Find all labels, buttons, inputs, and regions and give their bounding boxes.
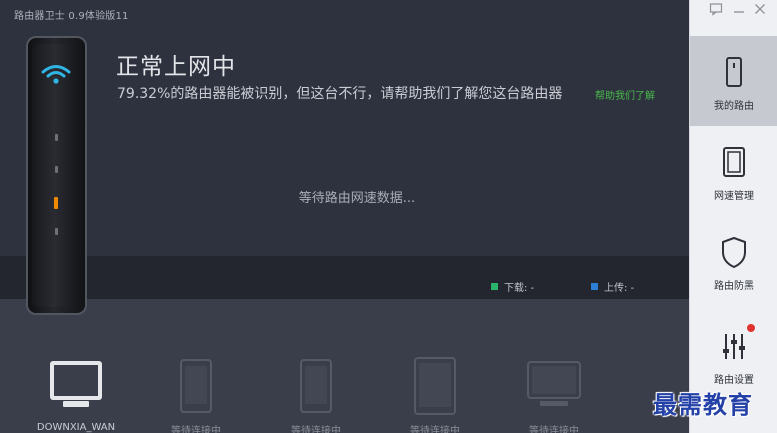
- laptop-icon: [527, 361, 581, 406]
- device-label: DOWNXIA_WAN: [36, 422, 116, 433]
- device-label: 等待连接中: [529, 426, 579, 433]
- device-item[interactable]: DOWNXIA_WAN: [36, 356, 116, 433]
- feedback-icon[interactable]: [709, 2, 723, 16]
- phone-outline-icon: [726, 57, 742, 87]
- router-illustration: [26, 36, 87, 315]
- device-item[interactable]: 等待连接中: [276, 356, 356, 433]
- upload-label: 上传: -: [604, 283, 635, 294]
- download-label: 下载: -: [504, 283, 535, 294]
- help-us-link[interactable]: 帮助我们了解: [595, 87, 655, 102]
- upload-legend: 上传: -: [591, 279, 634, 294]
- minimize-icon[interactable]: [732, 2, 746, 16]
- status-description: 79.32%的路由器能被识别，但这台不行，请帮助我们了解您这台路由器: [117, 86, 563, 102]
- sliders-icon: [723, 334, 745, 359]
- sidebar-item-label: 我的路由: [714, 101, 754, 112]
- device-item[interactable]: 等待连接中: [395, 356, 475, 433]
- sidebar-item-label: 路由设置: [714, 375, 754, 386]
- close-icon[interactable]: [753, 2, 767, 16]
- device-label: 等待连接中: [291, 426, 341, 433]
- phone-icon: [300, 359, 332, 413]
- download-legend: 下载: -: [491, 279, 534, 294]
- status-title: 正常上网中: [116, 54, 236, 80]
- sidebar: 我的路由 网速管理 路由防黑 路由设置: [689, 0, 777, 433]
- device-label: 等待连接中: [171, 426, 221, 433]
- sidebar-item-security[interactable]: 路由防黑: [690, 216, 777, 306]
- tablet-icon: [414, 357, 456, 415]
- sidebar-item-my-router[interactable]: 我的路由: [690, 36, 777, 126]
- wifi-icon: [41, 65, 71, 84]
- phone-icon: [180, 359, 212, 413]
- router-led: [55, 166, 58, 173]
- window-controls: [690, 0, 777, 20]
- main-panel: 路由器卫士 0.9体验版11 正常上网中 79.32%的路由器能被识别，但这台不…: [0, 0, 689, 433]
- watermark-logo: 最需教育: [653, 390, 753, 419]
- sidebar-item-speed[interactable]: 网速管理: [690, 126, 777, 216]
- router-led: [55, 134, 58, 141]
- tablet-outline-icon: [723, 147, 745, 177]
- sidebar-item-label: 网速管理: [714, 191, 754, 202]
- shield-icon: [722, 236, 746, 269]
- speed-band: [0, 256, 689, 299]
- waiting-text: 等待路由网速数据...: [298, 191, 416, 206]
- device-label: 等待连接中: [410, 426, 460, 433]
- device-item[interactable]: 等待连接中: [514, 356, 594, 433]
- upload-dot: [591, 283, 598, 290]
- device-item[interactable]: 等待连接中: [156, 356, 236, 433]
- app-title: 路由器卫士 0.9体验版11: [14, 11, 129, 22]
- sidebar-item-label: 路由防黑: [714, 281, 754, 292]
- router-led: [55, 228, 58, 235]
- notification-badge: [747, 324, 755, 332]
- computer-icon: [50, 361, 102, 407]
- download-dot: [491, 283, 498, 290]
